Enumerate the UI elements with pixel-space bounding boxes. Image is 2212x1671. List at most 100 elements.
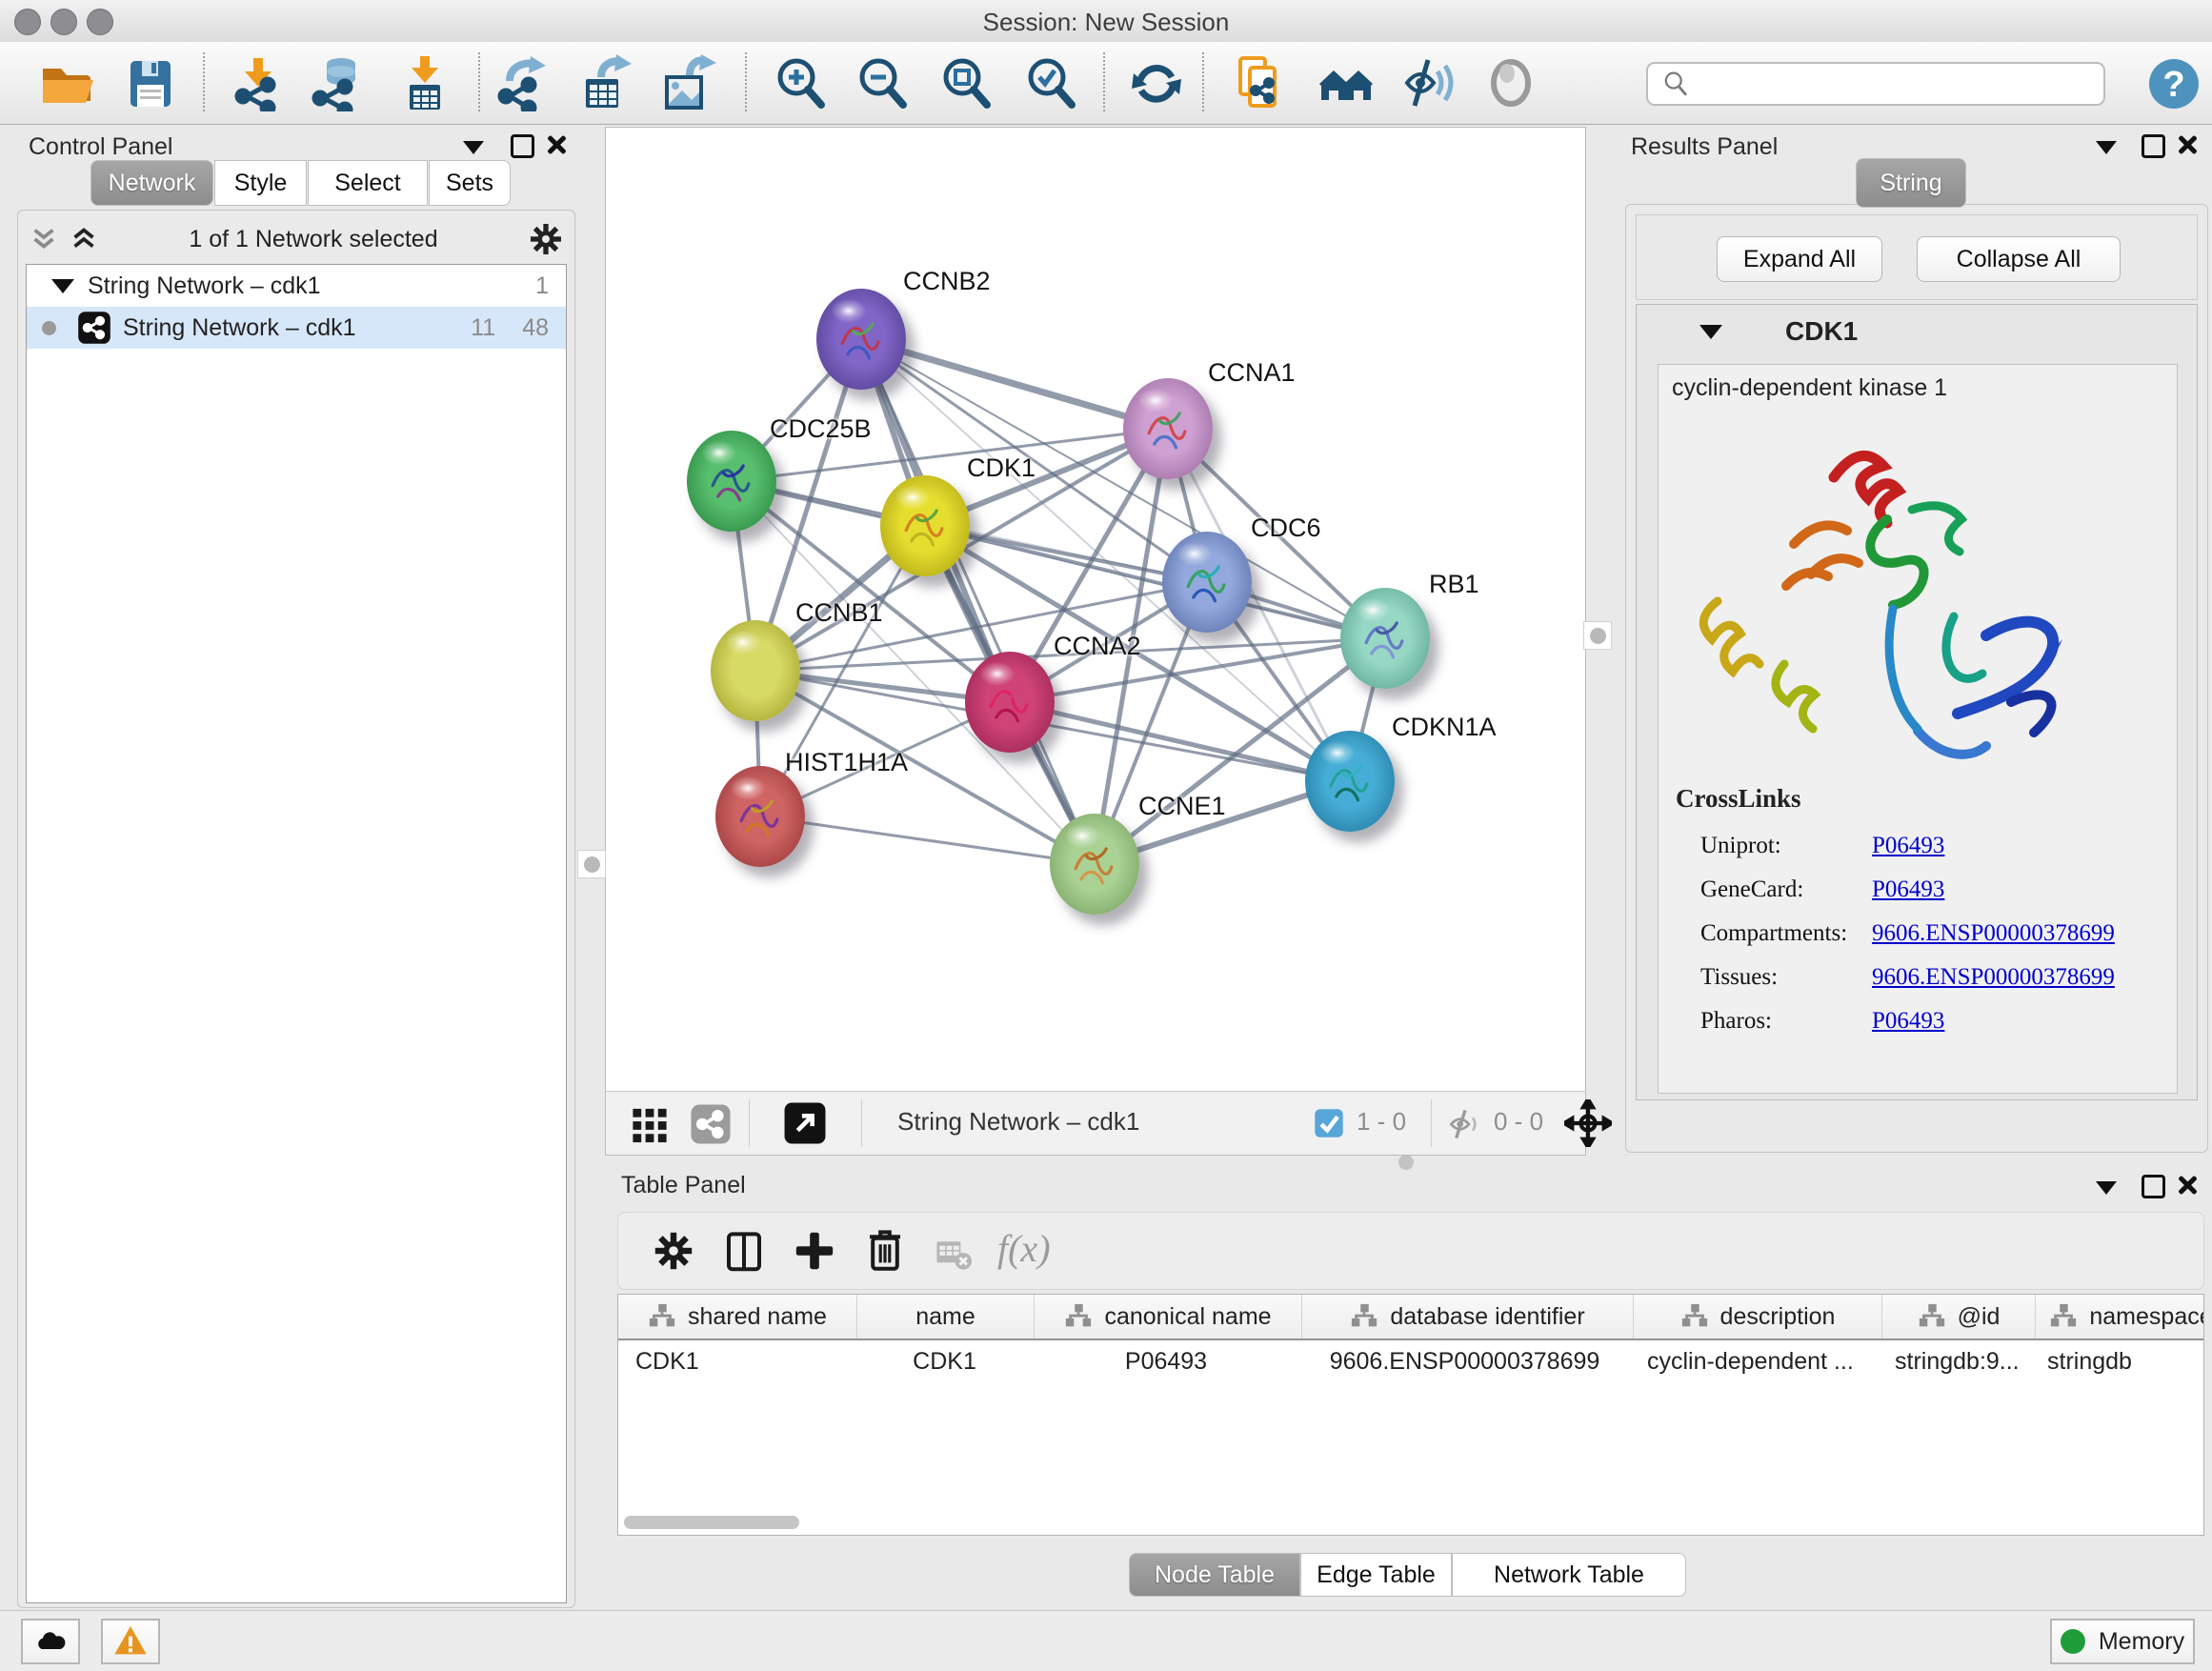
crosslink-link[interactable]: P06493: [1872, 876, 1944, 903]
bottom-splitter-handle[interactable]: [1398, 1155, 1414, 1170]
tree-expand-icon[interactable]: [51, 279, 74, 293]
gear-icon[interactable]: [651, 1228, 696, 1274]
table-row[interactable]: CDK1CDK1P064939606.ENSP00000378699cyclin…: [618, 1340, 2203, 1382]
right-splitter-handle[interactable]: [1583, 621, 1612, 650]
show-columns-icon[interactable]: [721, 1228, 767, 1274]
import-table-from-file-button download-table-icon[interactable]: [396, 54, 453, 111]
grid-mode-icon[interactable]: [629, 1103, 671, 1145]
network-node-CCNA2[interactable]: [965, 652, 1055, 753]
panel-close-icon[interactable]: [2177, 134, 2198, 155]
network-share-icon[interactable]: [690, 1103, 732, 1145]
tab-edge-table[interactable]: Edge Table: [1300, 1553, 1452, 1597]
table-cell[interactable]: stringdb:9...: [1878, 1340, 2030, 1382]
memory-button[interactable]: Memory: [2050, 1619, 2195, 1664]
network-node-CDKN1A[interactable]: [1305, 731, 1395, 832]
toggle-graphics-details-button eye-slash-icon[interactable]: [1399, 54, 1457, 111]
search-input[interactable]: [1699, 70, 2103, 98]
import-network-from-file-button download-network-icon[interactable]: [230, 54, 287, 111]
column-header-database-identifier[interactable]: database identifier: [1302, 1295, 1634, 1339]
export-network-button share-arrow-icon[interactable]: [496, 54, 553, 111]
column-header-namespace[interactable]: namespace: [2036, 1295, 2204, 1339]
open-session-button folder-icon[interactable]: [36, 54, 93, 111]
table-header-row: shared namenamecanonical namedatabase id…: [618, 1295, 2203, 1340]
tab-network[interactable]: Network: [90, 160, 213, 206]
network-node-CCNB2[interactable]: [816, 289, 906, 390]
network-collection-row[interactable]: String Network – cdk1 1: [27, 265, 566, 307]
table-cell[interactable]: cyclin-dependent ...: [1630, 1340, 1878, 1382]
network-node-CCNB1[interactable]: [711, 620, 800, 721]
crosslink-link[interactable]: 9606.ENSP00000378699: [1872, 964, 2115, 991]
column-header-description[interactable]: description: [1634, 1295, 1882, 1339]
tab-sets[interactable]: Sets: [429, 160, 511, 206]
help-button question-icon[interactable]: ?: [2145, 55, 2202, 112]
column-header-name[interactable]: name: [857, 1295, 1035, 1339]
birdseye-crosshair-icon[interactable]: [1564, 1099, 1612, 1147]
network-node-CDC6[interactable]: [1162, 532, 1252, 633]
table-toolbar: f(x): [617, 1212, 2204, 1290]
column-header-canonical-name[interactable]: canonical name: [1035, 1295, 1302, 1339]
column-header--id[interactable]: @id: [1882, 1295, 2036, 1339]
collapse-triangle-icon[interactable]: [1699, 325, 1722, 339]
crosslink-link[interactable]: 9606.ENSP00000378699: [1872, 920, 2115, 947]
crosslink-link[interactable]: P06493: [1872, 833, 1944, 859]
apply-preferred-layout-button refresh-icon[interactable]: [1128, 54, 1185, 111]
zoom-in-button magnifier-plus-icon[interactable]: [772, 54, 829, 111]
column-header-shared-name[interactable]: shared name: [618, 1295, 857, 1339]
selected-checkbox-icon[interactable]: [1313, 1107, 1345, 1139]
panel-menu-icon[interactable]: [2096, 1181, 2117, 1195]
gene-section-header[interactable]: CDK1: [1637, 305, 2197, 358]
detach-view-icon[interactable]: [783, 1101, 827, 1145]
table-cell[interactable]: stringdb: [2030, 1340, 2204, 1382]
tab-select[interactable]: Select: [308, 160, 428, 206]
delete-column-icon trash-icon[interactable]: [862, 1226, 908, 1272]
warnings-button[interactable]: [101, 1619, 160, 1664]
panel-float-icon[interactable]: [2142, 134, 2165, 158]
search-field[interactable]: [1646, 62, 2105, 106]
delete-table-icon[interactable]: [933, 1232, 975, 1274]
new-network-from-selection-button documents-network-icon[interactable]: [1231, 54, 1288, 111]
network-node-RB1[interactable]: [1340, 588, 1430, 689]
function-builder-icon[interactable]: f(x): [997, 1226, 1051, 1271]
table-cell[interactable]: P06493: [1033, 1340, 1299, 1382]
panel-menu-icon[interactable]: [2096, 141, 2117, 154]
network-node-HIST1H1A[interactable]: [715, 766, 805, 867]
network-node-CDK1[interactable]: [880, 475, 970, 576]
show-welcome-screen-button houses-icon[interactable]: [1317, 54, 1375, 111]
panel-close-icon[interactable]: [2177, 1175, 2198, 1196]
save-session-button floppy-icon[interactable]: [121, 54, 178, 111]
tab-node-table[interactable]: Node Table: [1129, 1553, 1300, 1597]
node-label-CCNA2: CCNA2: [1054, 632, 1141, 661]
table-cell[interactable]: 9606.ENSP00000378699: [1299, 1340, 1630, 1382]
cloud-status-button[interactable]: [21, 1619, 80, 1664]
export-image-button image-arrow-icon[interactable]: [661, 54, 718, 111]
table-cell[interactable]: CDK1: [856, 1340, 1033, 1382]
collapse-all-button[interactable]: Collapse All: [1917, 236, 2121, 282]
tab-network-table[interactable]: Network Table: [1452, 1553, 1686, 1597]
table-cell[interactable]: CDK1: [618, 1340, 856, 1382]
network-node-CCNA1[interactable]: [1123, 378, 1213, 479]
import-network-from-database-button database-network-icon[interactable]: [309, 54, 366, 111]
expand-all-icon[interactable]: [68, 223, 100, 255]
panel-menu-icon[interactable]: [463, 141, 484, 154]
left-splitter-handle[interactable]: [577, 850, 606, 878]
zoom-out-button magnifier-minus-icon[interactable]: [854, 54, 911, 111]
network-node-CDC25B[interactable]: [687, 431, 776, 532]
birds-eye-view-button sphere-icon[interactable]: [1482, 54, 1539, 111]
tab-style[interactable]: Style: [214, 160, 307, 206]
tab-string[interactable]: String: [1856, 158, 1966, 208]
add-column-icon plus-icon[interactable]: [792, 1228, 837, 1274]
network-view-canvas[interactable]: CCNB2CCNA1CDC25BCDK1CDC6RB1CCNB1CCNA2CDK…: [605, 127, 1586, 1093]
expand-all-button[interactable]: Expand All: [1717, 236, 1882, 282]
collapse-all-icon[interactable]: [28, 223, 60, 255]
network-node-CCNE1[interactable]: [1050, 814, 1139, 915]
panel-close-icon[interactable]: [546, 134, 567, 155]
crosslink-link[interactable]: P06493: [1872, 1008, 1944, 1035]
fit-content-button magnifier-fit-icon[interactable]: [937, 54, 995, 111]
panel-float-icon[interactable]: [511, 134, 534, 158]
gear-icon[interactable]: [527, 220, 565, 258]
horizontal-scrollbar[interactable]: [624, 1516, 799, 1529]
network-row-selected[interactable]: String Network – cdk1 11 48: [27, 307, 566, 349]
panel-float-icon[interactable]: [2142, 1175, 2165, 1198]
export-table-button table-arrow-icon[interactable]: [578, 54, 635, 111]
zoom-selected-button magnifier-check-icon[interactable]: [1022, 54, 1079, 111]
